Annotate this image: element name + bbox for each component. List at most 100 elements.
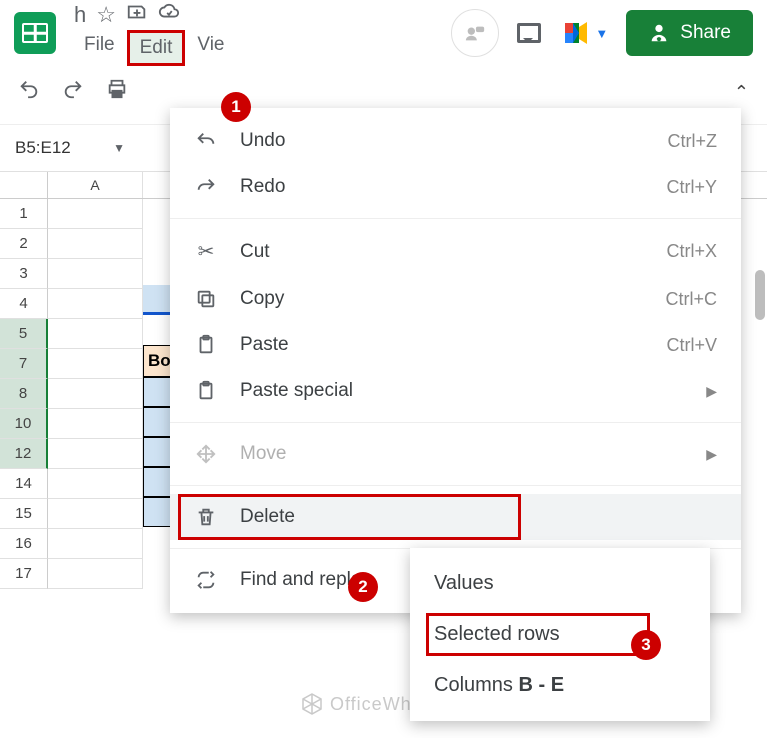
star-icon[interactable]: ☆ — [96, 2, 116, 28]
cell[interactable] — [48, 559, 143, 589]
cell[interactable] — [143, 497, 173, 527]
menu-move: Move ▶ — [170, 431, 741, 477]
share-button[interactable]: Share — [626, 10, 753, 56]
undo-button[interactable] — [18, 78, 40, 106]
row-header[interactable]: 4 — [0, 289, 48, 319]
submenu-values[interactable]: Values — [410, 558, 710, 609]
cell[interactable] — [48, 499, 143, 529]
menu-shortcut: Ctrl+Y — [666, 177, 717, 198]
edit-menu-dropdown: Undo Ctrl+Z Redo Ctrl+Y ✂ Cut Ctrl+X Cop… — [170, 108, 741, 613]
annotation-badge-3: 3 — [631, 630, 661, 660]
menu-delete[interactable]: Delete — [170, 494, 741, 540]
annotation-badge-1: 1 — [221, 92, 251, 122]
cut-icon: ✂ — [194, 239, 218, 264]
cell[interactable] — [143, 437, 173, 467]
cell[interactable] — [48, 349, 143, 379]
name-box[interactable]: B5:E12 ▼ — [10, 131, 130, 165]
trash-icon — [194, 506, 218, 528]
cell[interactable] — [48, 439, 143, 469]
sheets-logo — [14, 12, 56, 54]
menu-edit[interactable]: Edit — [127, 30, 186, 66]
cell-b4[interactable]: Bo — [143, 345, 173, 377]
row-header[interactable]: 17 — [0, 559, 48, 589]
submenu-columns[interactable]: Columns B - E — [410, 660, 710, 711]
cell[interactable] — [143, 377, 173, 407]
chevron-right-icon: ▶ — [706, 446, 717, 463]
collapse-toolbar-icon[interactable]: ⌃ — [734, 82, 749, 103]
menu-undo[interactable]: Undo Ctrl+Z — [170, 118, 741, 164]
menu-label: Redo — [240, 176, 285, 198]
paste-special-icon — [194, 380, 218, 402]
menu-separator — [170, 422, 741, 423]
watermark-icon — [300, 692, 324, 716]
menu-cut[interactable]: ✂ Cut Ctrl+X — [170, 227, 741, 276]
menu-label: Copy — [240, 288, 284, 310]
cell[interactable] — [48, 289, 143, 319]
menu-shortcut: Ctrl+V — [666, 335, 717, 356]
row-header[interactable]: 3 — [0, 259, 48, 289]
document-title[interactable]: h — [74, 2, 86, 28]
print-button[interactable] — [106, 78, 128, 106]
menu-shortcut: Ctrl+X — [666, 241, 717, 262]
cell[interactable] — [143, 407, 173, 437]
activity-button[interactable] — [451, 9, 499, 57]
menu-paste[interactable]: Paste Ctrl+V — [170, 322, 741, 368]
chevron-down-icon: ▼ — [595, 26, 608, 41]
row-header[interactable]: 14 — [0, 469, 48, 499]
title-area: h ☆ File Edit Vie — [74, 0, 235, 66]
comments-icon — [517, 23, 541, 43]
chevron-right-icon: ▶ — [706, 383, 717, 400]
row-header[interactable]: 16 — [0, 529, 48, 559]
comments-button[interactable] — [517, 23, 541, 43]
app-header: h ☆ File Edit Vie ▼ — [0, 0, 767, 60]
move-icon — [194, 443, 218, 465]
row-header[interactable]: 10 — [0, 409, 48, 439]
cell[interactable] — [48, 409, 143, 439]
menu-copy[interactable]: Copy Ctrl+C — [170, 276, 741, 322]
meet-button[interactable]: ▼ — [559, 17, 608, 49]
row-header[interactable]: 7 — [0, 349, 48, 379]
cell[interactable] — [48, 529, 143, 559]
cell[interactable] — [48, 469, 143, 499]
lock-icon — [648, 22, 670, 44]
cell[interactable] — [48, 379, 143, 409]
menu-label: Paste special — [240, 380, 353, 402]
menu-separator — [170, 485, 741, 486]
name-box-value: B5:E12 — [15, 138, 71, 158]
cell[interactable] — [48, 319, 143, 349]
row-header[interactable]: 15 — [0, 499, 48, 529]
cell[interactable] — [143, 467, 173, 497]
row-header[interactable]: 2 — [0, 229, 48, 259]
row-header[interactable]: 12 — [0, 439, 48, 469]
menu-label: Delete — [240, 506, 295, 528]
cell[interactable] — [48, 229, 143, 259]
move-icon[interactable] — [126, 1, 148, 29]
meet-icon — [559, 17, 591, 49]
redo-icon — [194, 176, 218, 198]
menu-separator — [170, 218, 741, 219]
submenu-selected-rows[interactable]: Selected rows — [410, 609, 710, 660]
paste-icon — [194, 334, 218, 356]
delete-submenu: Values Selected rows Columns B - E — [410, 548, 710, 721]
menu-label: Undo — [240, 130, 285, 152]
menu-shortcut: Ctrl+Z — [668, 131, 718, 152]
row-header[interactable]: 5 — [0, 319, 48, 349]
annotation-badge-2: 2 — [348, 572, 378, 602]
cell[interactable] — [48, 199, 143, 229]
header-right: ▼ Share — [451, 9, 753, 57]
redo-button[interactable] — [62, 78, 84, 106]
cloud-status-icon[interactable] — [158, 1, 180, 29]
menu-redo[interactable]: Redo Ctrl+Y — [170, 164, 741, 210]
scrollbar[interactable] — [755, 270, 765, 320]
menu-label: Cut — [240, 241, 270, 263]
find-replace-icon — [194, 569, 218, 591]
row-header[interactable]: 8 — [0, 379, 48, 409]
share-label: Share — [680, 22, 731, 44]
menu-paste-special[interactable]: Paste special ▶ — [170, 368, 741, 414]
select-all-corner[interactable] — [0, 172, 48, 198]
cell[interactable] — [48, 259, 143, 289]
column-header-a[interactable]: A — [48, 172, 143, 198]
row-header[interactable]: 1 — [0, 199, 48, 229]
copy-icon — [194, 288, 218, 310]
chevron-down-icon: ▼ — [113, 141, 125, 155]
